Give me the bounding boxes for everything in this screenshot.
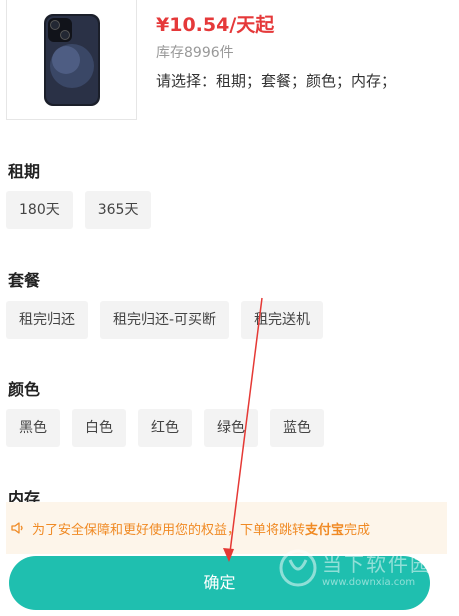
stock-count: 库存8996件	[156, 45, 234, 61]
section-title-plan: 套餐	[8, 271, 41, 290]
plan-options: 租完归还 租完归还-可买断 租完送机	[6, 301, 335, 339]
phone-image	[43, 13, 100, 106]
watermark: 当下软件园 www.downxia.com	[278, 548, 432, 588]
option-color-red[interactable]: 红色	[138, 409, 192, 447]
option-color-black[interactable]: 黑色	[6, 409, 60, 447]
option-term-180[interactable]: 180天	[6, 191, 73, 229]
term-options: 180天 365天	[6, 191, 163, 229]
option-color-white[interactable]: 白色	[72, 409, 126, 447]
option-color-green[interactable]: 绿色	[204, 409, 258, 447]
option-plan-keep[interactable]: 租完送机	[241, 301, 324, 339]
selection-prompt: 请选择：租期；套餐；颜色；内存；	[156, 72, 397, 90]
section-title-color: 颜色	[8, 380, 41, 399]
notice-highlight-alipay: 支付宝	[305, 522, 345, 538]
watermark-logo-icon	[279, 549, 317, 587]
price: ¥10.54/天起	[156, 14, 275, 36]
product-image	[6, 0, 137, 120]
payment-notice: 为了安全保障和更好使用您的权益，下单将跳转支付宝完成	[6, 502, 447, 554]
notice-text: 为了安全保障和更好使用您的权益，下单将跳转支付宝完成	[32, 519, 370, 538]
watermark-text: 当下软件园	[322, 552, 432, 576]
color-options: 黑色 白色 红色 绿色 蓝色	[6, 409, 336, 447]
section-title-term: 租期	[8, 162, 41, 181]
option-plan-return[interactable]: 租完归还	[6, 301, 88, 339]
notice-text-end: 完成	[344, 522, 371, 538]
option-color-blue[interactable]: 蓝色	[270, 409, 324, 447]
watermark-url: www.downxia.com	[322, 577, 416, 588]
option-plan-buyout[interactable]: 租完归还-可买断	[100, 301, 230, 339]
notice-text-main: 为了安全保障和更好使用您的权益，下单将跳转	[32, 522, 306, 538]
speaker-icon	[11, 522, 23, 534]
option-term-365[interactable]: 365天	[84, 191, 152, 229]
